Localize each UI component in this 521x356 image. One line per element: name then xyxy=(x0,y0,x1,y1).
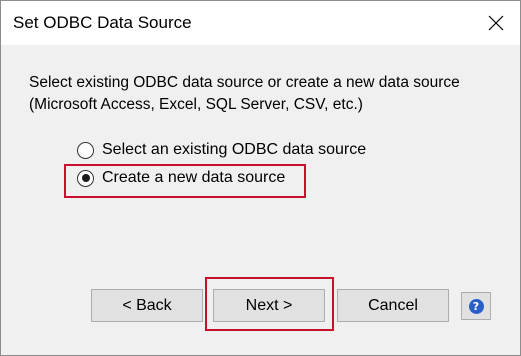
cancel-button[interactable]: Cancel xyxy=(337,289,449,322)
radio-label-create-new: Create a new data source xyxy=(102,169,286,186)
radio-label-select-existing: Select an existing ODBC data source xyxy=(102,141,367,158)
dialog-window: Set ODBC Data Source Select existing ODB… xyxy=(0,0,521,356)
radio-select-existing[interactable]: Select an existing ODBC data source xyxy=(77,141,366,159)
window-title: Set ODBC Data Source xyxy=(13,13,192,32)
radio-button-selected[interactable] xyxy=(77,169,94,187)
close-icon xyxy=(488,15,504,31)
radio-button-unselected[interactable] xyxy=(77,141,94,159)
instruction-line-2: (Microsoft Access, Excel, SQL Server, CS… xyxy=(29,96,363,113)
back-button[interactable]: < Back xyxy=(91,289,203,322)
help-icon: ? xyxy=(468,298,484,314)
close-button[interactable] xyxy=(478,5,514,41)
help-button[interactable]: ? xyxy=(461,292,491,320)
instruction-text: Select existing ODBC data source or crea… xyxy=(29,72,499,116)
title-bar: Set ODBC Data Source xyxy=(1,1,520,45)
radio-selected-dot xyxy=(81,174,90,182)
next-button[interactable]: Next > xyxy=(213,289,325,322)
instruction-line-1: Select existing ODBC data source or crea… xyxy=(29,74,460,91)
radio-create-new[interactable]: Create a new data source xyxy=(77,169,285,187)
